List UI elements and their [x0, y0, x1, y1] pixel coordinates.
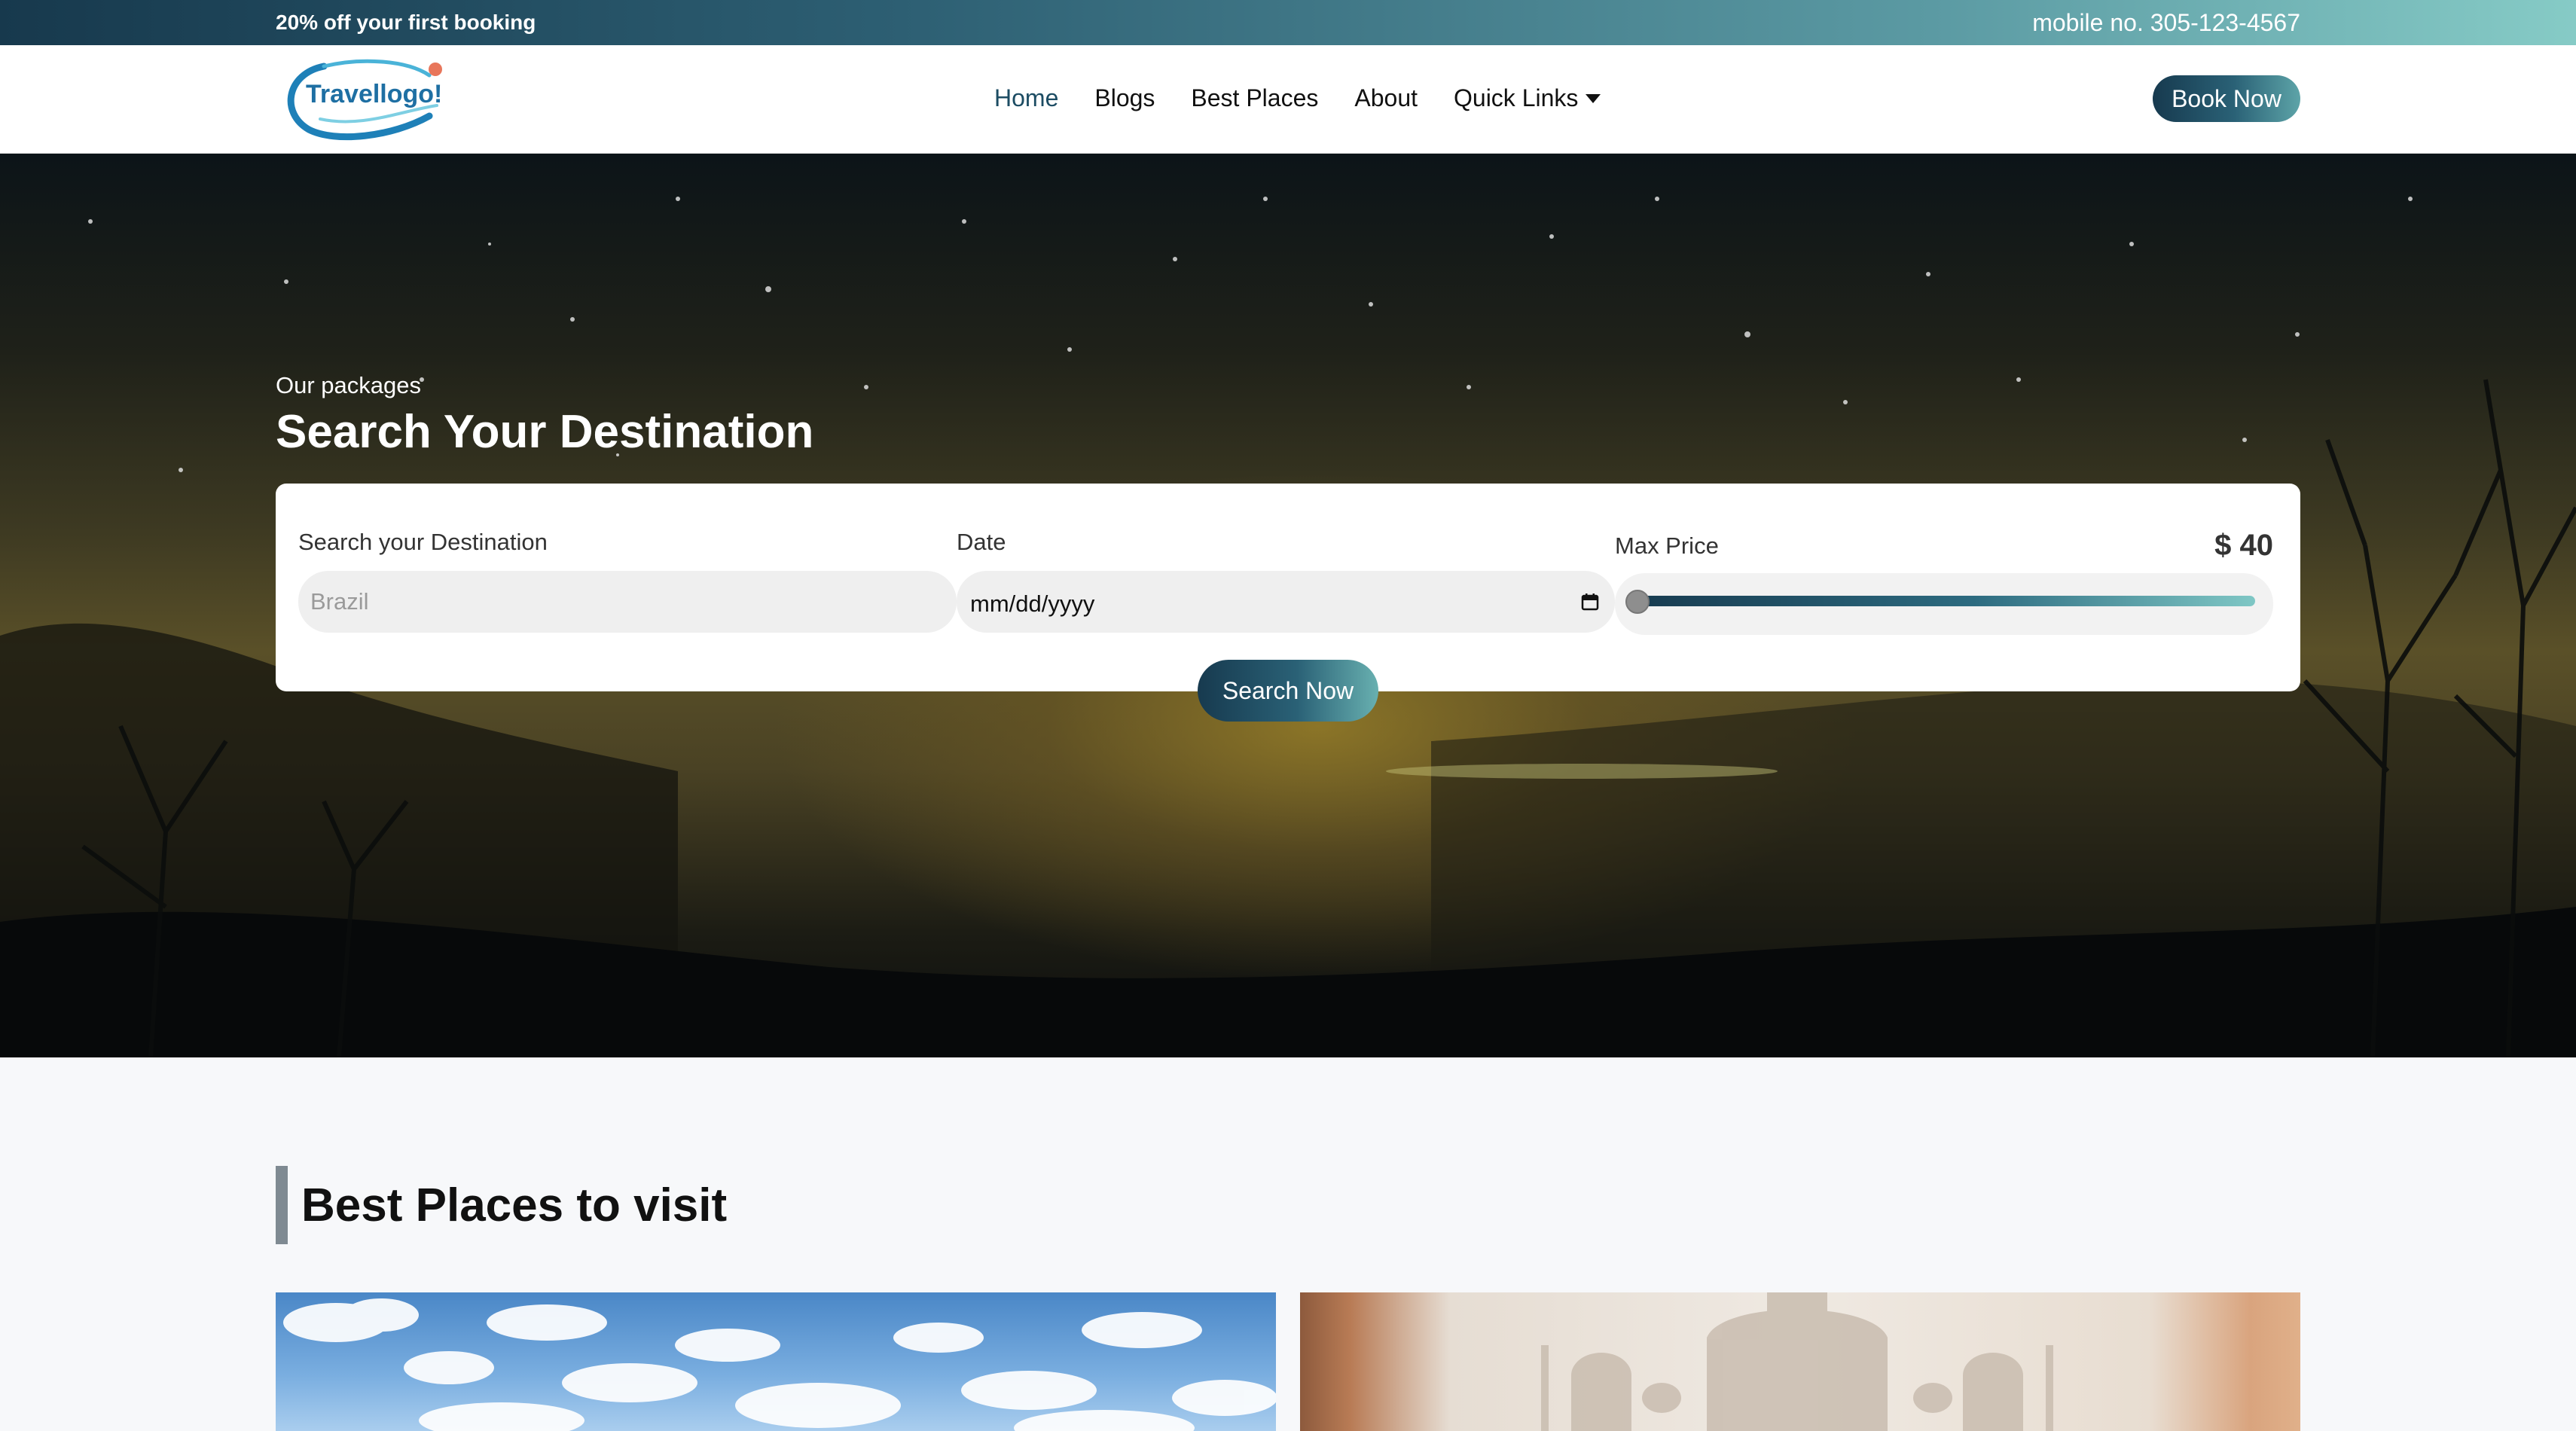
navbar: Travellogo! Home Blogs Best Places About… — [0, 45, 2576, 154]
best-places-heading: Best Places to visit — [276, 1166, 727, 1244]
nav-best-places[interactable]: Best Places — [1191, 84, 1318, 112]
place-card-image[interactable] — [276, 1292, 1276, 1431]
slider-thumb[interactable] — [1625, 590, 1650, 614]
nav-about[interactable]: About — [1354, 84, 1418, 112]
date-input[interactable]: mm/dd/yyyy — [957, 571, 1615, 633]
promo-text: 20% off your first booking — [276, 11, 536, 34]
hero-title: Search Your Destination — [276, 406, 814, 458]
price-header: Max Price $ 40 — [1615, 529, 2273, 563]
svg-text:Travellogo!: Travellogo! — [306, 80, 442, 108]
date-label: Date — [957, 529, 1006, 555]
promo-bar: 20% off your first booking mobile no. 30… — [0, 0, 2576, 45]
caret-down-icon — [1586, 93, 1601, 103]
hero-subtitle: Our packages — [276, 372, 421, 398]
calendar-icon[interactable] — [1580, 592, 1600, 612]
sky-clouds-image — [283, 1298, 1276, 1431]
destination-input[interactable] — [298, 571, 957, 633]
destination-label: Search your Destination — [298, 529, 548, 555]
slider-track[interactable] — [1630, 596, 2255, 606]
section-title: Best Places to visit — [301, 1179, 728, 1231]
max-price-slider[interactable] — [1615, 573, 2273, 635]
date-field: Date mm/dd/yyyy — [957, 529, 1615, 633]
destination-field: Search your Destination — [298, 529, 957, 633]
hero-section: Our packages Search Your Destination Sea… — [0, 154, 2576, 1057]
site-logo[interactable]: Travellogo! — [279, 53, 452, 146]
price-value: $ 40 — [2214, 529, 2273, 562]
main-nav: Home Blogs Best Places About Quick Links — [994, 84, 1637, 112]
nav-quick-links-label: Quick Links — [1454, 84, 1579, 111]
nav-blogs[interactable]: Blogs — [1094, 84, 1155, 112]
nav-quick-links[interactable]: Quick Links — [1454, 84, 1601, 112]
place-card-image[interactable] — [1300, 1292, 2300, 1431]
date-input-value: mm/dd/yyyy — [970, 590, 1095, 617]
taj-mahal-image — [1541, 1292, 2053, 1431]
nav-home[interactable]: Home — [994, 84, 1058, 112]
price-label: Max Price — [1615, 532, 1719, 559]
price-field: Max Price $ 40 — [1615, 529, 2273, 635]
phone-number[interactable]: mobile no. 305-123-4567 — [2032, 9, 2300, 37]
heading-accent-bar — [276, 1166, 288, 1244]
book-now-button[interactable]: Book Now — [2153, 75, 2300, 122]
search-now-button[interactable]: Search Now — [1198, 660, 1378, 722]
